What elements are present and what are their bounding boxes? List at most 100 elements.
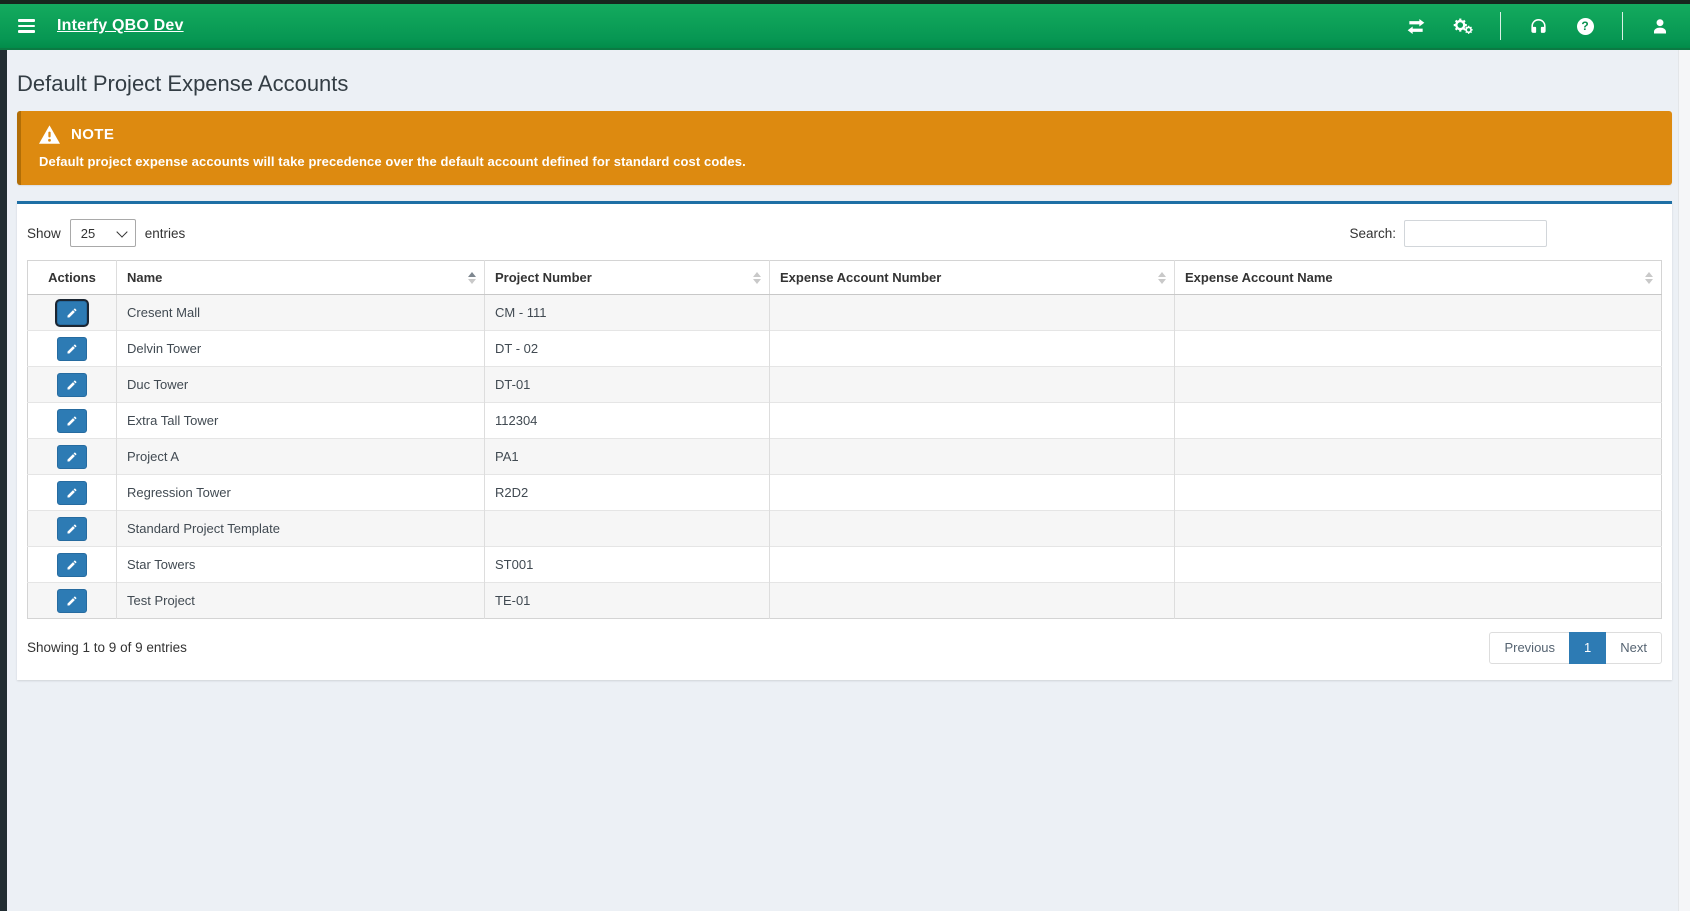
pagination: Previous 1 Next [1489, 632, 1662, 664]
table-row: Regression Tower R2D2 [28, 475, 1662, 511]
project-number-cell [485, 511, 770, 547]
actions-cell [28, 367, 117, 403]
warning-triangle-icon [39, 125, 60, 144]
page-size-select[interactable]: 25 [70, 219, 136, 247]
note-body: Default project expense accounts will ta… [39, 154, 1654, 169]
expense-account-name-cell [1175, 547, 1662, 583]
edit-button[interactable] [57, 337, 87, 361]
name-cell: Project A [117, 439, 485, 475]
pencil-icon [66, 487, 78, 499]
pencil-icon [66, 343, 78, 355]
project-number-cell: DT-01 [485, 367, 770, 403]
name-cell: Test Project [117, 583, 485, 619]
column-header-expense-account-number[interactable]: Expense Account Number [770, 261, 1175, 295]
actions-cell [28, 439, 117, 475]
edit-button[interactable] [57, 445, 87, 469]
sort-icon [468, 272, 476, 284]
project-number-cell: 112304 [485, 403, 770, 439]
actions-cell [28, 511, 117, 547]
expense-account-name-cell [1175, 511, 1662, 547]
exchange-icon[interactable] [1406, 16, 1426, 36]
edit-button[interactable] [57, 517, 87, 541]
projects-table: Actions Name Project Number Expense Acco… [27, 260, 1662, 619]
brand-link[interactable]: Interfy QBO Dev [57, 17, 184, 35]
pencil-icon [66, 379, 78, 391]
main-content: Default Project Expense Accounts NOTE De… [7, 50, 1678, 911]
actions-cell [28, 583, 117, 619]
expense-account-name-cell [1175, 403, 1662, 439]
table-row: Cresent Mall CM - 111 [28, 295, 1662, 331]
table-footer: Showing 1 to 9 of 9 entries Previous 1 N… [27, 619, 1662, 664]
show-label: Show [27, 226, 61, 241]
table-panel: Show 25 entries Search: Actions [17, 201, 1672, 680]
sort-icon [1645, 272, 1653, 284]
expense-account-name-cell [1175, 331, 1662, 367]
actions-cell [28, 403, 117, 439]
entries-label: entries [145, 226, 186, 241]
column-header-expense-account-name[interactable]: Expense Account Name [1175, 261, 1662, 295]
table-row: Duc Tower DT-01 [28, 367, 1662, 403]
column-header-project-number[interactable]: Project Number [485, 261, 770, 295]
table-controls: Show 25 entries Search: [27, 204, 1662, 260]
expense-account-number-cell [770, 367, 1175, 403]
edit-button[interactable] [57, 373, 87, 397]
pencil-icon [66, 523, 78, 535]
name-cell: Extra Tall Tower [117, 403, 485, 439]
actions-cell [28, 295, 117, 331]
cogs-icon[interactable] [1453, 16, 1473, 36]
expense-account-number-cell [770, 547, 1175, 583]
menu-icon[interactable] [16, 15, 37, 37]
expense-account-name-cell [1175, 439, 1662, 475]
sort-icon [1158, 272, 1166, 284]
edit-button[interactable] [57, 409, 87, 433]
search-input[interactable] [1404, 220, 1547, 247]
edit-button[interactable] [57, 553, 87, 577]
column-header-name[interactable]: Name [117, 261, 485, 295]
edit-button[interactable] [57, 481, 87, 505]
page-1-button[interactable]: 1 [1569, 632, 1606, 664]
expense-account-number-cell [770, 439, 1175, 475]
entries-summary: Showing 1 to 9 of 9 entries [27, 640, 187, 655]
expense-account-number-cell [770, 583, 1175, 619]
user-icon[interactable] [1650, 16, 1670, 36]
table-row: Delvin Tower DT - 02 [28, 331, 1662, 367]
expense-account-name-cell [1175, 295, 1662, 331]
search-control: Search: [1349, 220, 1547, 247]
help-icon[interactable]: ? [1575, 16, 1595, 36]
table-row: Star Towers ST001 [28, 547, 1662, 583]
sort-icon [753, 272, 761, 284]
header-divider [1500, 12, 1501, 40]
actions-cell [28, 475, 117, 511]
name-cell: Star Towers [117, 547, 485, 583]
expense-account-number-cell [770, 331, 1175, 367]
collapsed-sidebar[interactable] [0, 50, 7, 911]
table-header-row: Actions Name Project Number Expense Acco… [28, 261, 1662, 295]
scrollbar-track[interactable] [1678, 50, 1690, 911]
note-title: NOTE [71, 126, 114, 143]
name-cell: Standard Project Template [117, 511, 485, 547]
name-cell: Duc Tower [117, 367, 485, 403]
project-number-cell: CM - 111 [485, 295, 770, 331]
page-size-control: Show 25 entries [27, 219, 185, 247]
headset-icon[interactable] [1528, 16, 1548, 36]
expense-account-number-cell [770, 295, 1175, 331]
header-icon-bar: ? [1406, 12, 1674, 40]
actions-cell [28, 331, 117, 367]
next-page-button[interactable]: Next [1605, 632, 1662, 664]
edit-button[interactable] [57, 301, 87, 325]
table-row: Extra Tall Tower 112304 [28, 403, 1662, 439]
table-row: Project A PA1 [28, 439, 1662, 475]
name-cell: Delvin Tower [117, 331, 485, 367]
column-header-actions: Actions [28, 261, 117, 295]
previous-page-button[interactable]: Previous [1489, 632, 1570, 664]
table-body: Cresent Mall CM - 111 Delvin Tower DT - … [28, 295, 1662, 619]
search-label: Search: [1349, 226, 1396, 241]
table-row: Test Project TE-01 [28, 583, 1662, 619]
pencil-icon [66, 559, 78, 571]
edit-button[interactable] [57, 589, 87, 613]
page-size-select-wrap: 25 [70, 219, 136, 247]
actions-cell [28, 547, 117, 583]
header-divider [1622, 12, 1623, 40]
project-number-cell: R2D2 [485, 475, 770, 511]
pencil-icon [66, 307, 78, 319]
